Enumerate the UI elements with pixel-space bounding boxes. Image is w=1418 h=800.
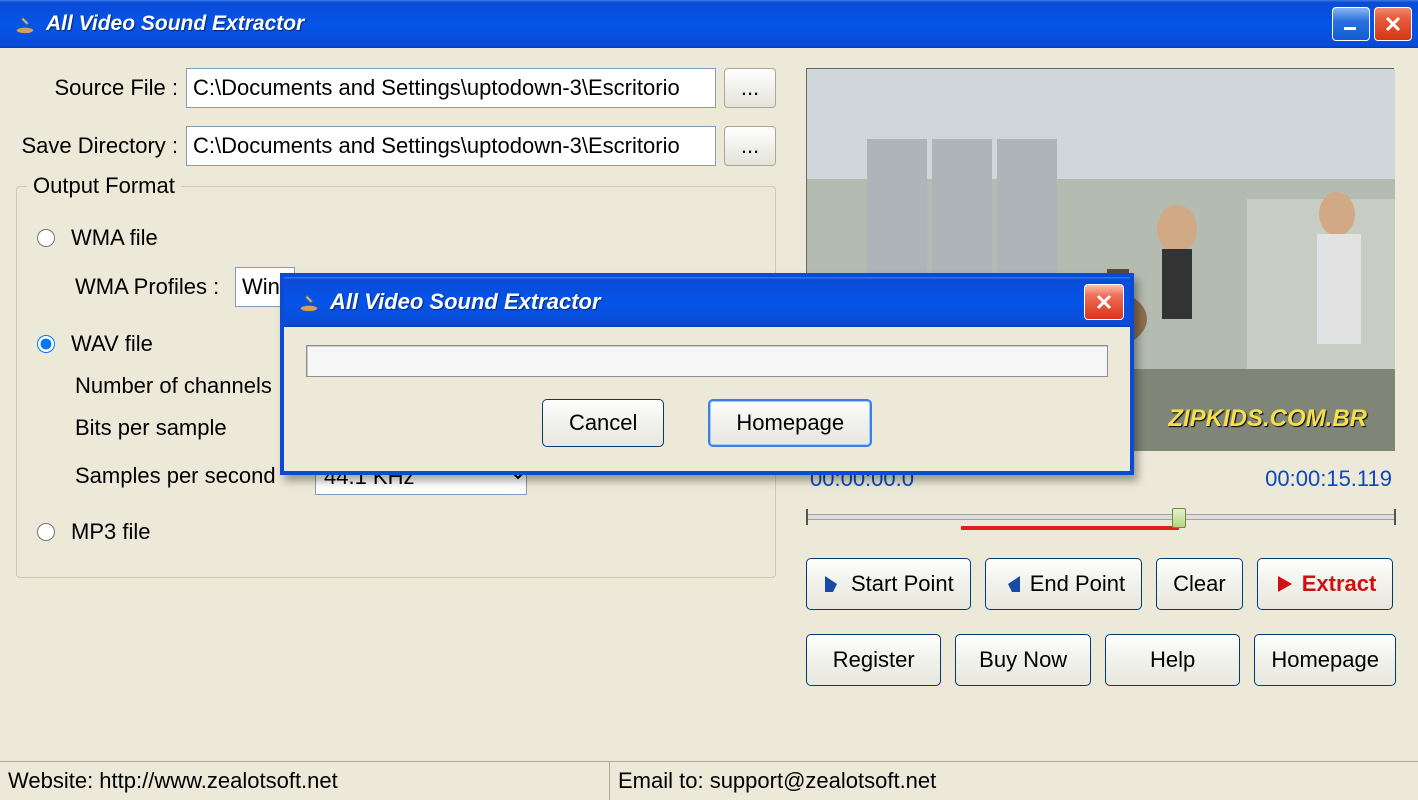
footer-email: Email to: support@zealotsoft.net (610, 762, 944, 800)
mp3-radio[interactable] (37, 523, 55, 541)
mp3-label: MP3 file (71, 519, 150, 545)
wav-radio[interactable] (37, 335, 55, 353)
window-title: All Video Sound Extractor (46, 12, 304, 36)
wma-radio[interactable] (37, 229, 55, 247)
output-format-title: Output Format (27, 173, 181, 199)
save-directory-label: Save Directory : (16, 133, 186, 159)
minimize-button[interactable] (1332, 7, 1370, 41)
save-directory-input[interactable] (186, 126, 716, 166)
source-file-input[interactable] (186, 68, 716, 108)
dialog-app-icon (298, 291, 320, 313)
homepage-button[interactable]: Homepage (1254, 634, 1396, 686)
seek-slider[interactable] (806, 506, 1396, 534)
end-point-icon (1002, 574, 1022, 594)
footer: Website: http://www.zealotsoft.net Email… (0, 761, 1418, 800)
extract-button[interactable]: Extract (1257, 558, 1394, 610)
channels-label: Number of channels (75, 373, 315, 399)
time-current: 00:00:15.119 (1265, 466, 1392, 492)
progress-bar (306, 345, 1108, 377)
wav-label: WAV file (71, 331, 153, 357)
buy-now-button[interactable]: Buy Now (955, 634, 1090, 686)
help-button[interactable]: Help (1105, 634, 1240, 686)
footer-website: Website: http://www.zealotsoft.net (0, 762, 610, 800)
dialog-homepage-button[interactable]: Homepage (708, 399, 872, 447)
app-icon (14, 13, 36, 35)
dialog-cancel-button[interactable]: Cancel (542, 399, 664, 447)
end-point-button[interactable]: End Point (985, 558, 1142, 610)
samples-label: Samples per second (75, 463, 315, 489)
register-button[interactable]: Register (806, 634, 941, 686)
preview-watermark: ZIPKIDS.COM.BR (1168, 405, 1367, 433)
browse-save-button[interactable]: ... (724, 126, 776, 166)
play-icon (1274, 574, 1294, 594)
dialog-close-button[interactable] (1084, 284, 1124, 320)
close-icon (1095, 293, 1113, 311)
dialog-titlebar: All Video Sound Extractor (284, 277, 1130, 327)
bits-label: Bits per sample (75, 415, 315, 441)
close-icon (1384, 15, 1402, 33)
wma-label: WMA file (71, 225, 158, 251)
browse-source-button[interactable]: ... (724, 68, 776, 108)
progress-dialog: All Video Sound Extractor Cancel Homepag… (280, 273, 1134, 475)
start-point-button[interactable]: Start Point (806, 558, 971, 610)
minimize-icon (1342, 15, 1360, 33)
close-button[interactable] (1374, 7, 1412, 41)
start-point-icon (823, 574, 843, 594)
dialog-title: All Video Sound Extractor (330, 289, 601, 315)
clear-button[interactable]: Clear (1156, 558, 1243, 610)
source-file-label: Source File : (16, 75, 186, 101)
titlebar: All Video Sound Extractor (0, 0, 1418, 48)
wma-profiles-label: WMA Profiles : (75, 274, 235, 300)
